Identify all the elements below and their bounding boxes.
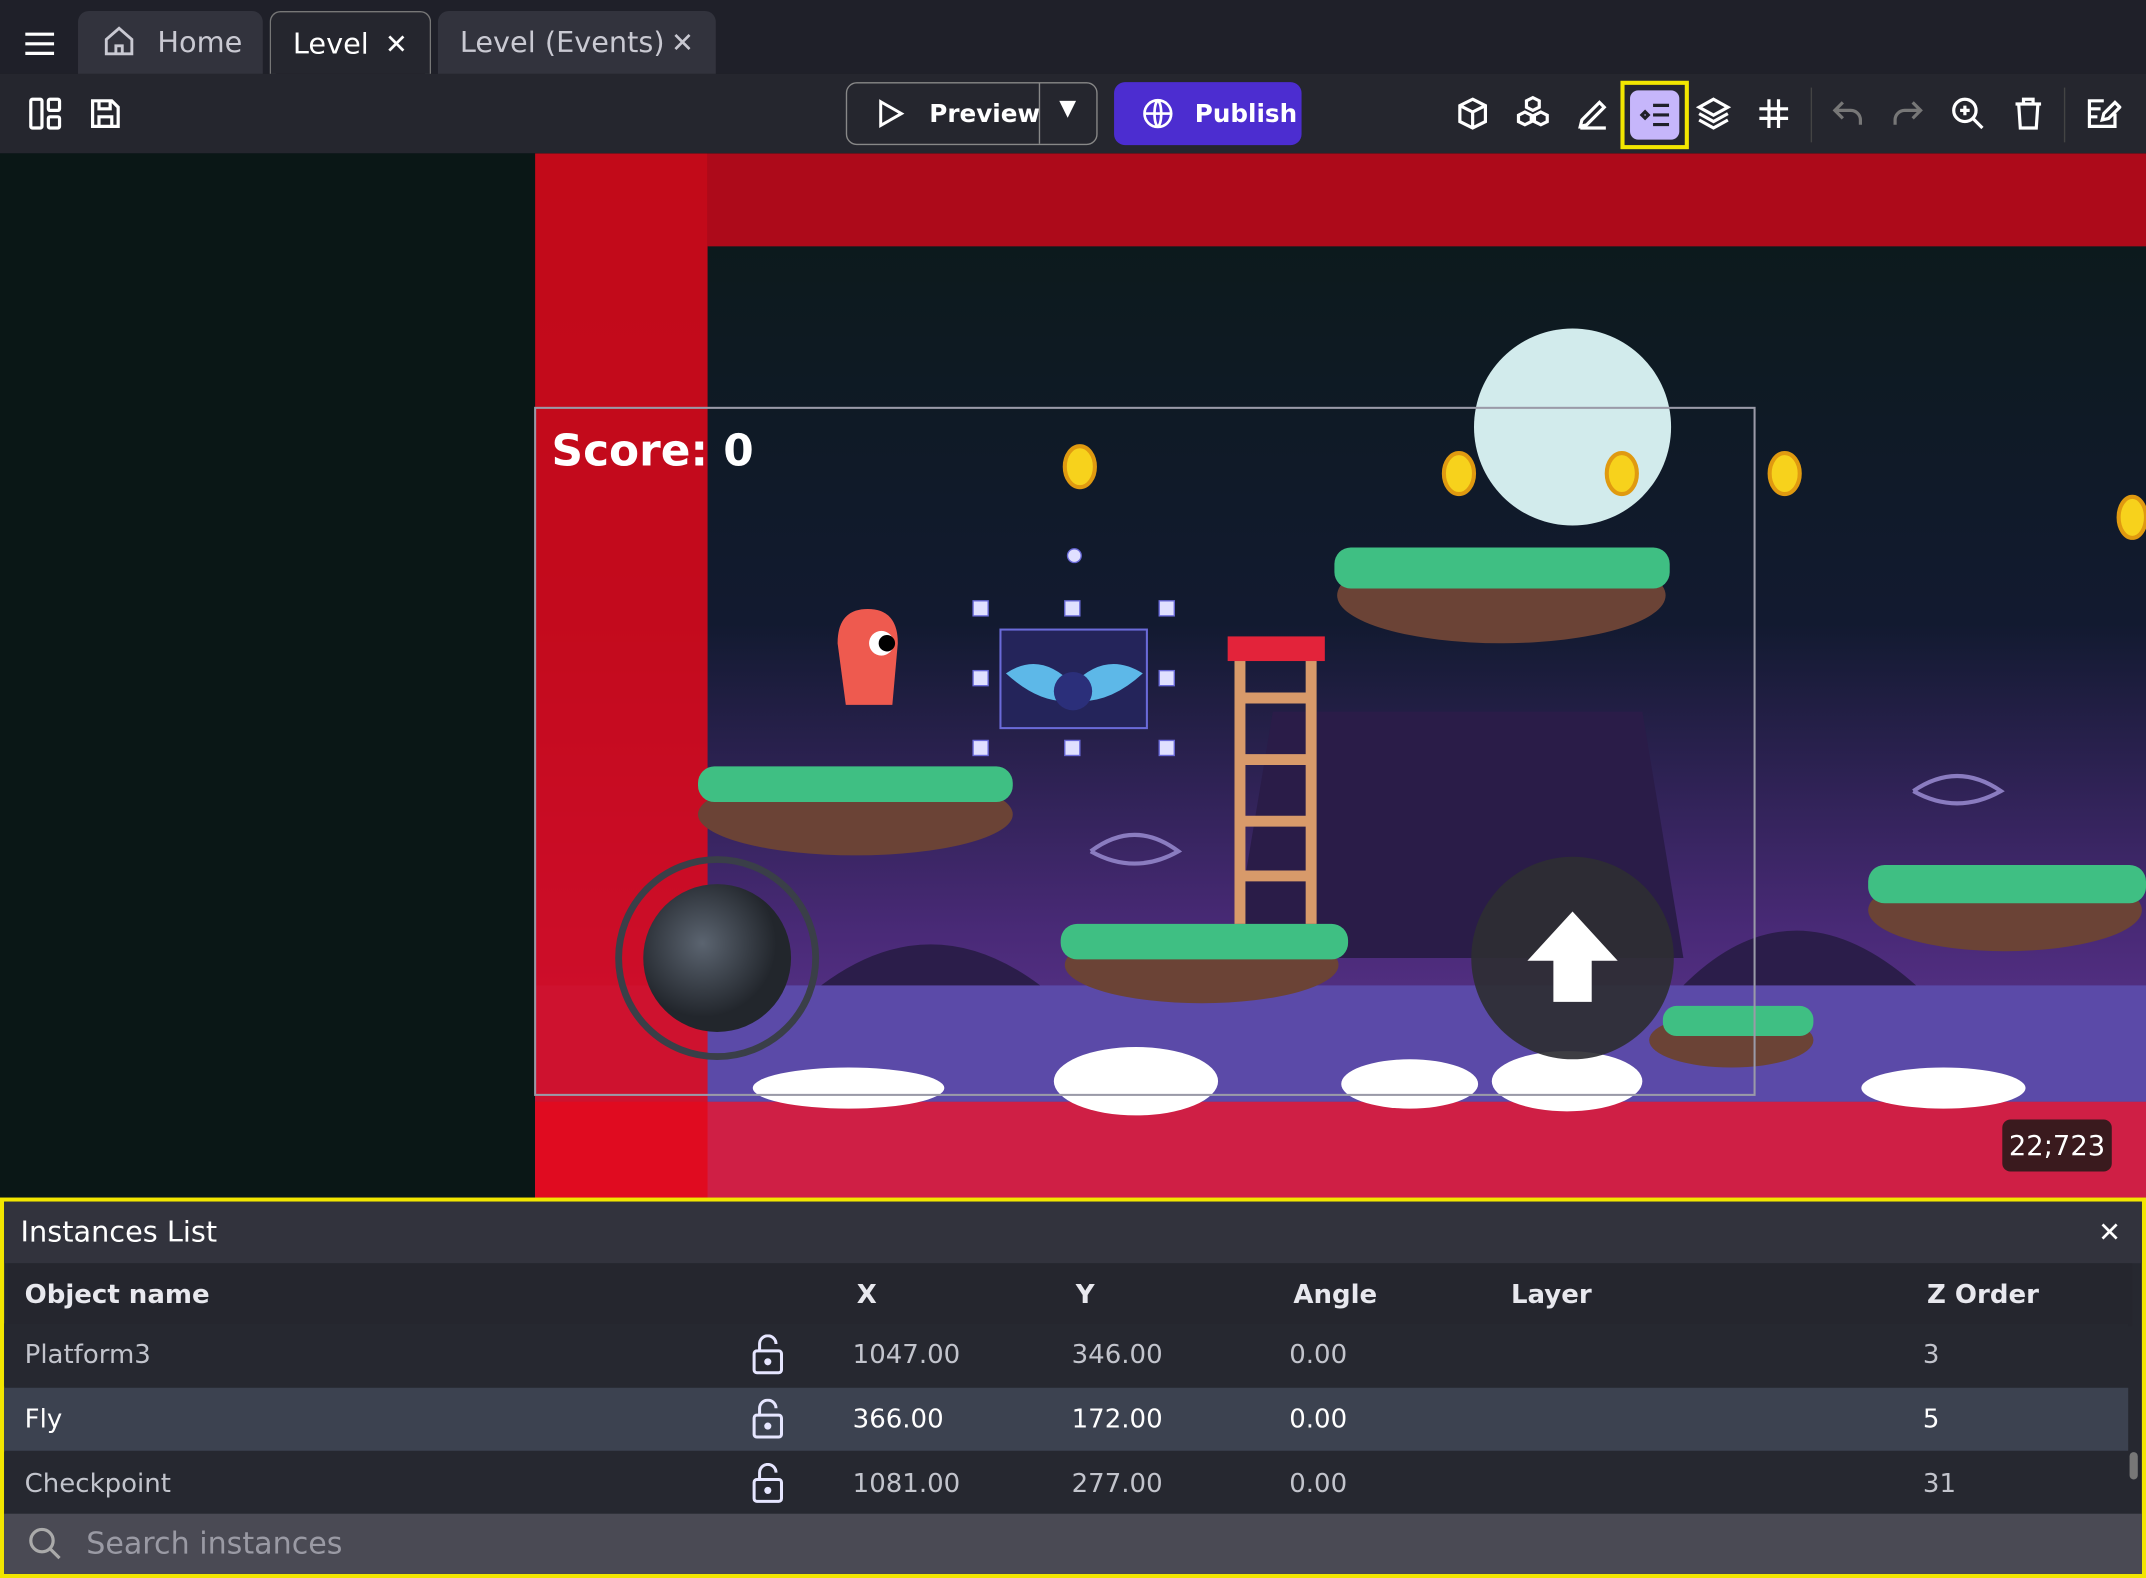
close-icon[interactable]: ✕ [671, 26, 694, 59]
trash-icon[interactable] [2008, 93, 2049, 134]
z-order-value: 5 [1922, 1404, 1940, 1435]
angle-value: 0.00 [1289, 1339, 1348, 1370]
game-scene [534, 153, 2146, 1198]
column-layer[interactable]: Layer [1511, 1280, 1592, 1310]
object-name: Checkpoint [24, 1468, 171, 1499]
search-bar[interactable] [4, 1513, 2142, 1574]
table-header: Object name X Y Angle Layer Z Order [8, 1263, 2133, 1327]
tab-label: Level [292, 26, 369, 60]
search-icon [29, 1527, 61, 1560]
tab-bar: Home Level ✕ Level (Events) ✕ [0, 0, 2146, 74]
panel-title: Instances List [20, 1215, 218, 1249]
column-z-order[interactable]: Z Order [1927, 1280, 2039, 1310]
preview-button[interactable]: Preview ▼ [845, 82, 1098, 146]
table-row[interactable]: Checkpoint 1081.00 277.00 0.00 31 [4, 1452, 2129, 1516]
y-value: 277.00 [1071, 1468, 1163, 1499]
cursor-coordinates: 22;723 [2002, 1119, 2112, 1172]
scrollbar[interactable] [2129, 1452, 2138, 1480]
y-value: 172.00 [1071, 1404, 1163, 1435]
score-text: Score: 0 [551, 424, 754, 477]
layers-icon[interactable] [1693, 93, 1734, 134]
chevron-down-icon[interactable]: ▼ [1059, 94, 1076, 120]
menu-icon[interactable] [19, 23, 60, 64]
x-value: 366.00 [852, 1404, 944, 1435]
x-value: 1081.00 [852, 1468, 961, 1499]
table-row[interactable]: Platform3 1047.00 346.00 0.00 3 [4, 1323, 2129, 1387]
divider [1810, 87, 1813, 143]
play-icon [879, 99, 905, 129]
y-value: 346.00 [1071, 1339, 1163, 1370]
unlock-icon[interactable] [750, 1398, 786, 1447]
save-icon[interactable] [85, 93, 126, 134]
search-input[interactable] [86, 1519, 2003, 1569]
redo-icon[interactable] [1887, 93, 1928, 134]
angle-value: 0.00 [1289, 1468, 1348, 1499]
table-row[interactable]: Fly 366.00 172.00 0.00 5 [4, 1387, 2129, 1451]
tab-label: Home [157, 26, 243, 59]
angle-value: 0.00 [1289, 1404, 1348, 1435]
z-order-value: 3 [1922, 1339, 1940, 1370]
column-x[interactable]: X [857, 1280, 877, 1310]
scene-canvas[interactable]: Score: 0 22;723 [0, 153, 2146, 1198]
unlock-icon[interactable] [750, 1463, 786, 1511]
unlock-icon[interactable] [750, 1334, 786, 1382]
tab-level-events[interactable]: Level (Events) ✕ [437, 10, 716, 74]
pencil-icon[interactable] [1573, 93, 1614, 134]
zoom-icon[interactable] [1948, 93, 1989, 134]
instances-list-button[interactable] [1620, 80, 1689, 150]
publish-button[interactable]: Publish [1114, 82, 1302, 146]
close-icon[interactable]: ✕ [2098, 1215, 2121, 1248]
tab-home[interactable]: Home [78, 10, 263, 74]
home-icon [100, 22, 138, 63]
column-angle[interactable]: Angle [1293, 1280, 1377, 1310]
globe-icon [1143, 98, 1173, 129]
close-icon[interactable]: ✕ [385, 27, 408, 60]
x-value: 1047.00 [852, 1339, 961, 1370]
instances-list-panel: Instances List ✕ Object name X Y Angle L… [0, 1197, 2146, 1578]
divider [2063, 87, 2066, 143]
tab-label: Level (Events) [459, 26, 665, 59]
object-icon[interactable] [1452, 93, 1493, 134]
grid-icon[interactable] [1753, 93, 1794, 134]
panel-header: Instances List ✕ [4, 1201, 2142, 1264]
column-object-name[interactable]: Object name [25, 1280, 210, 1310]
publish-label: Publish [1194, 99, 1298, 128]
preview-label: Preview [929, 99, 1041, 128]
instances-list-icon [1634, 94, 1675, 135]
object-name: Fly [24, 1404, 63, 1435]
object-name: Platform3 [24, 1339, 151, 1370]
undo-icon[interactable] [1827, 93, 1868, 134]
column-y[interactable]: Y [1076, 1280, 1095, 1310]
edit-scene-icon[interactable] [2082, 93, 2123, 134]
object-groups-icon[interactable] [1512, 93, 1553, 134]
z-order-value: 31 [1922, 1468, 1957, 1499]
tab-level[interactable]: Level ✕ [269, 10, 432, 74]
panels-icon[interactable] [25, 93, 66, 134]
